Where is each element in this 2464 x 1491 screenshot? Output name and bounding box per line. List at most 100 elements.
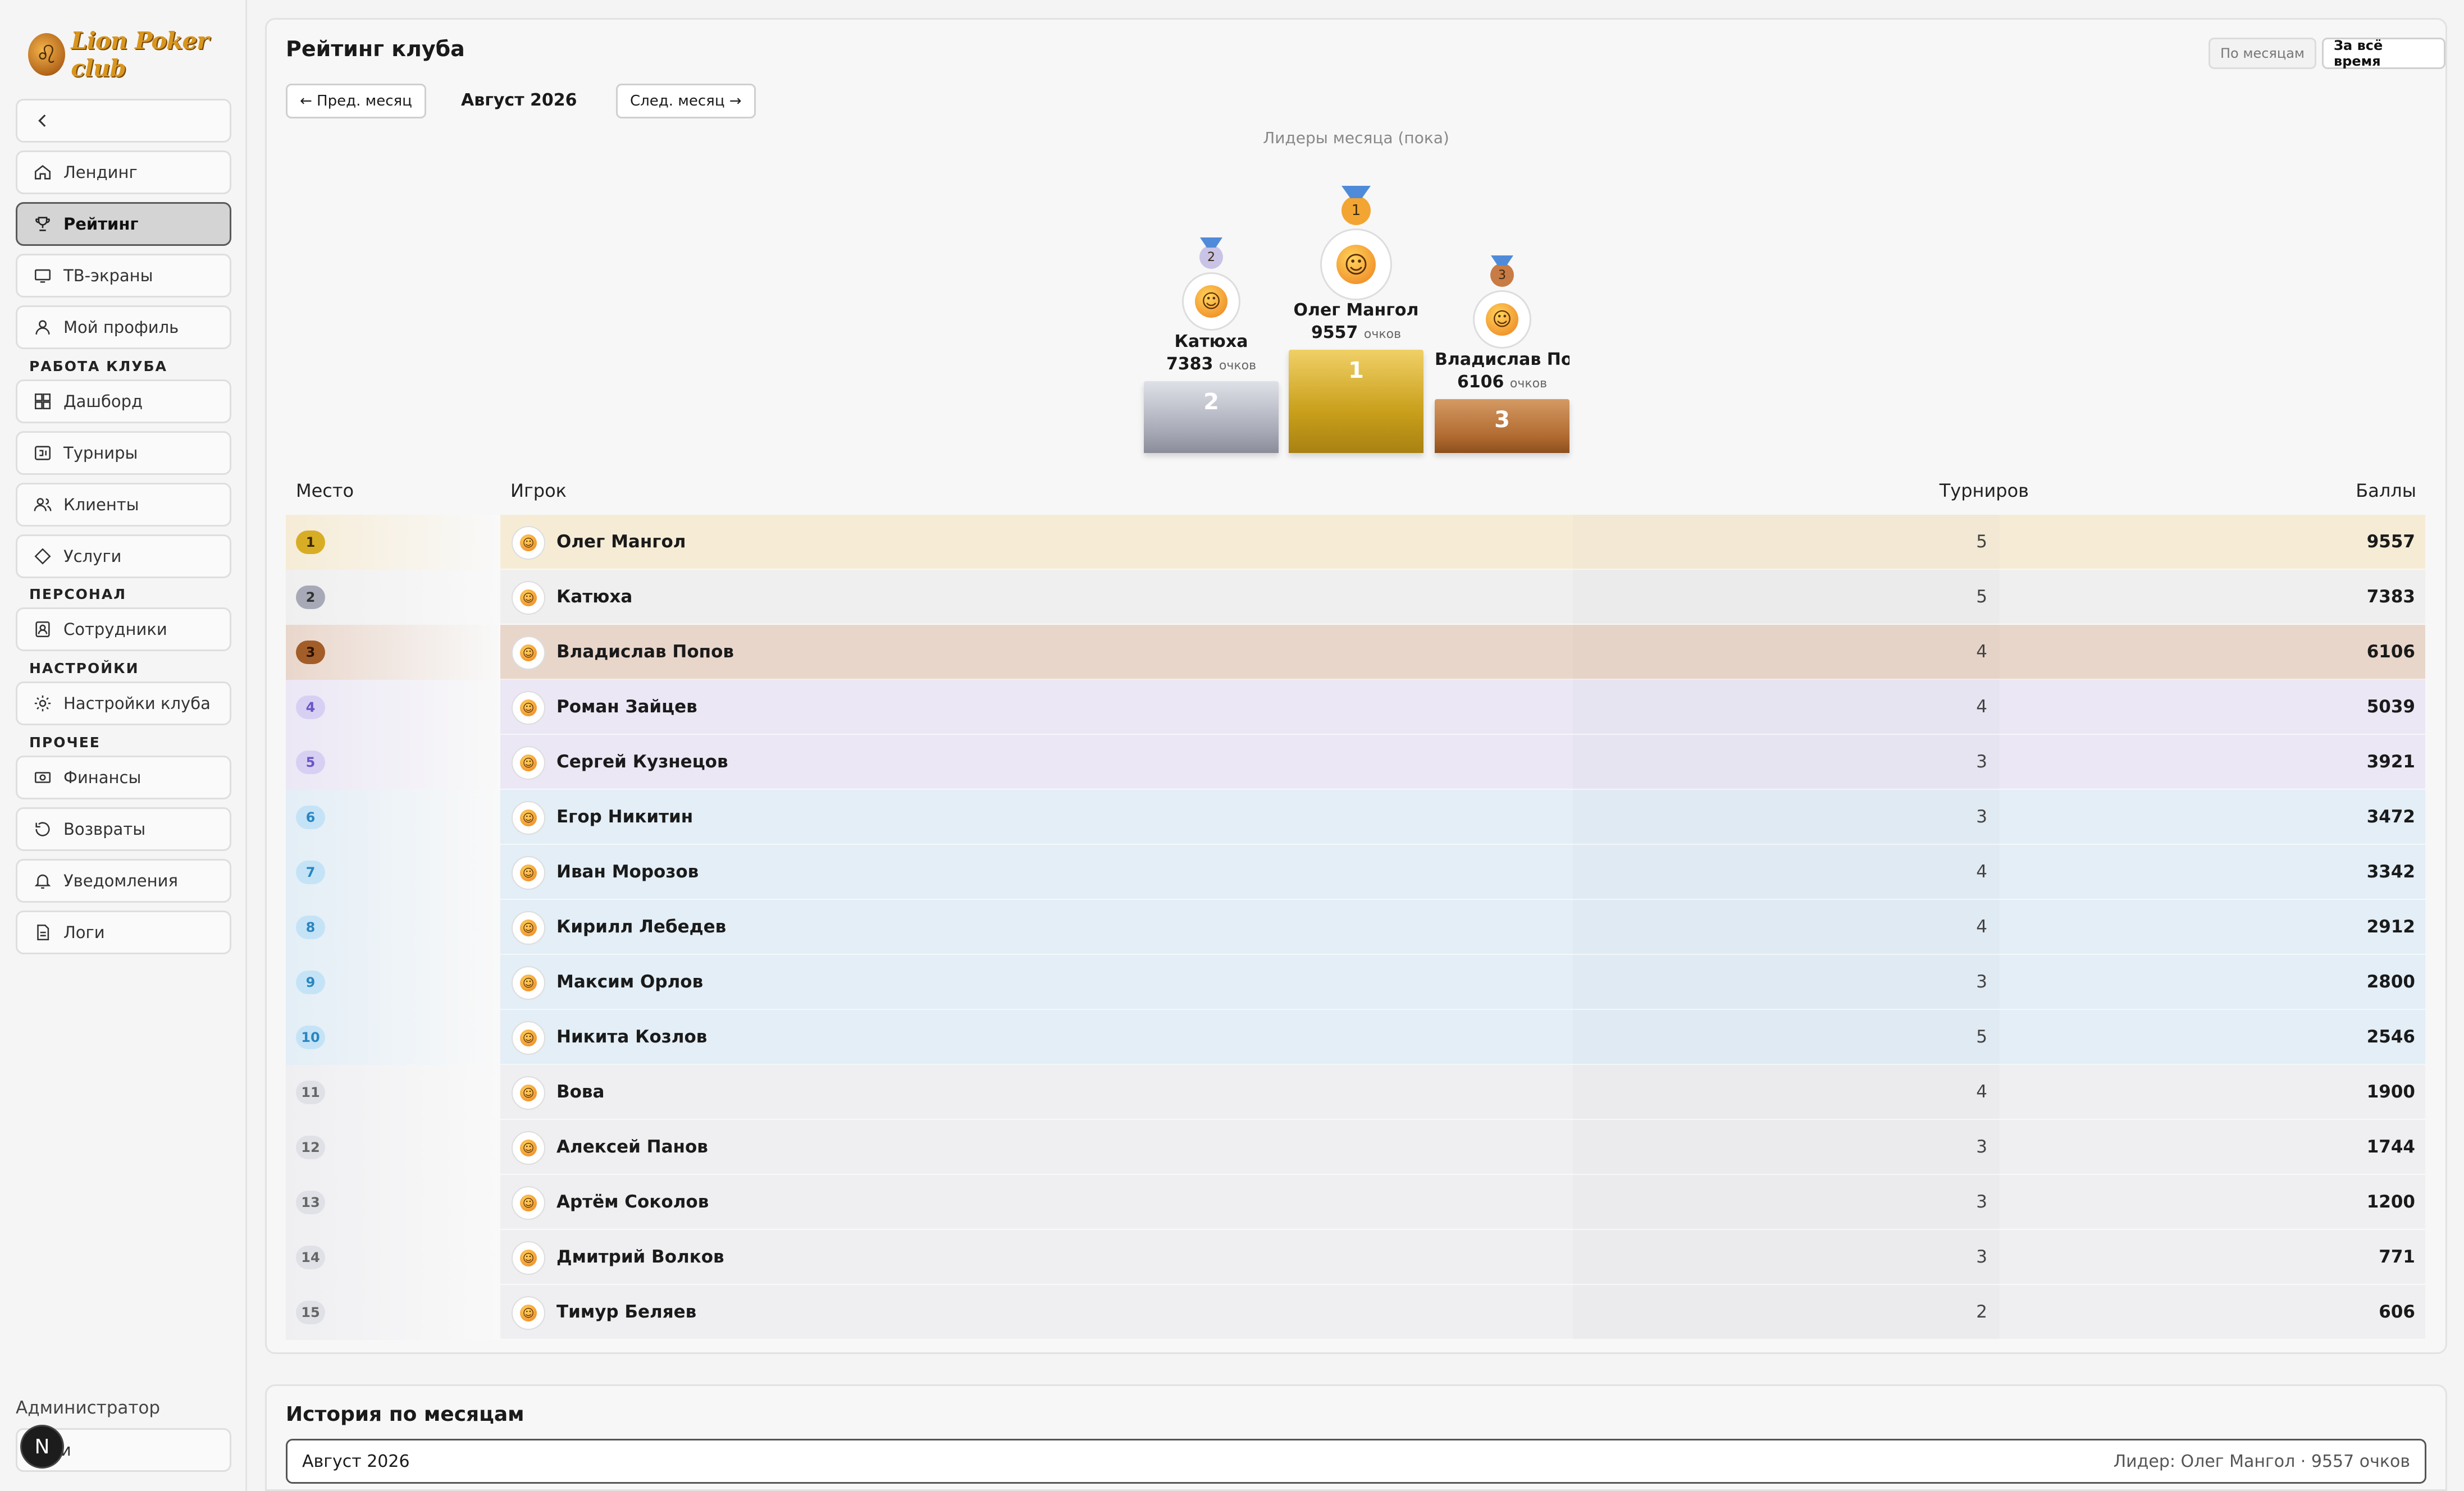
- smiley-icon: ☺: [520, 1250, 537, 1266]
- section-staff-label: ПЕРСОНАЛ: [29, 586, 126, 602]
- player-name[interactable]: Максим Орлов: [556, 972, 703, 992]
- player-name[interactable]: Алексей Панов: [556, 1137, 708, 1157]
- next-month-button[interactable]: След. месяц →: [616, 84, 756, 118]
- smiley-icon: ☺: [1195, 285, 1228, 318]
- col-points[interactable]: Баллы: [2356, 480, 2416, 501]
- section-other-label: ПРОЧЕЕ: [29, 734, 101, 751]
- tournaments-count: 5: [1976, 587, 1987, 607]
- table-row[interactable]: 11 ☺ Вова 4 1900: [286, 1065, 2425, 1120]
- points-cell: 2912: [2000, 900, 2425, 955]
- tournaments-cell: 3: [1573, 735, 2000, 790]
- podium-avatar: ☺: [1473, 290, 1531, 349]
- player-avatar: ☺: [512, 966, 545, 1000]
- history-card: История по месяцам Август 2026 Лидер: Ол…: [265, 1384, 2447, 1491]
- player-name[interactable]: Сергей Кузнецов: [556, 752, 728, 772]
- player-avatar: ☺: [512, 746, 545, 780]
- prev-month-button[interactable]: ← Пред. месяц: [286, 84, 426, 118]
- table-row[interactable]: 6 ☺ Егор Никитин 3 3472: [286, 790, 2425, 845]
- points-value: 2546: [2366, 1027, 2415, 1047]
- player-name[interactable]: Роман Зайцев: [556, 697, 697, 717]
- table-row[interactable]: 14 ☺ Дмитрий Волков 3 771: [286, 1230, 2425, 1285]
- player-name[interactable]: Егор Никитин: [556, 807, 693, 827]
- refund-icon: [32, 818, 53, 840]
- table-row[interactable]: 1 ☺ Олег Мангол 5 9557: [286, 515, 2425, 570]
- table-row[interactable]: 12 ☺ Алексей Панов 3 1744: [286, 1120, 2425, 1175]
- table-row[interactable]: 4 ☺ Роман Зайцев 4 5039: [286, 680, 2425, 735]
- player-name[interactable]: Артём Соколов: [556, 1192, 709, 1212]
- player-cell: ☺ Тимур Беляев: [500, 1285, 1573, 1340]
- place-badge: 9: [296, 971, 325, 994]
- tournaments-count: 4: [1976, 862, 1987, 882]
- table-row[interactable]: 8 ☺ Кирилл Лебедев 4 2912: [286, 900, 2425, 955]
- club-logo[interactable]: ♌ Lion Poker club: [28, 27, 245, 82]
- collapse-sidebar-button[interactable]: [16, 99, 231, 143]
- sidebar-item-dashboard[interactable]: Дашборд: [16, 379, 231, 423]
- table-row[interactable]: 5 ☺ Сергей Кузнецов 3 3921: [286, 735, 2425, 790]
- sidebar-item-trophy[interactable]: Рейтинг: [16, 202, 231, 246]
- player-cell: ☺ Катюха: [500, 570, 1573, 625]
- table-row[interactable]: 13 ☺ Артём Соколов 3 1200: [286, 1175, 2425, 1230]
- sidebar: ♌ Lion Poker club Лендинг Рейтинг ТВ-экран…: [0, 0, 247, 1491]
- section-settings-label: НАСТРОЙКИ: [29, 660, 139, 676]
- sidebar-item-user[interactable]: Мой профиль: [16, 305, 231, 349]
- table-row[interactable]: 10 ☺ Никита Козлов 5 2546: [286, 1010, 2425, 1065]
- table-row[interactable]: 7 ☺ Иван Морозов 4 3342: [286, 845, 2425, 900]
- tournaments-count: 5: [1976, 1027, 1987, 1047]
- history-entry[interactable]: Август 2026 Лидер: Олег Мангол · 9557 оч…: [286, 1439, 2426, 1484]
- points-cell: 3921: [2000, 735, 2425, 790]
- place-badge: 15: [296, 1301, 325, 1324]
- sidebar-item-tournament[interactable]: Турниры: [16, 431, 231, 475]
- podium-name: Олег Мангол: [1293, 300, 1419, 320]
- player-cell: ☺ Никита Козлов: [500, 1010, 1573, 1065]
- sidebar-item-settings[interactable]: Настройки клуба: [16, 682, 231, 725]
- sidebar-item-label: Уведомления: [63, 871, 178, 890]
- col-place[interactable]: Место: [296, 480, 354, 501]
- toggle-monthly[interactable]: По месяцам: [2209, 38, 2317, 69]
- place-cell: 7: [286, 845, 500, 900]
- player-name[interactable]: Иван Морозов: [556, 862, 699, 882]
- player-name[interactable]: Владислав Попов: [556, 642, 734, 662]
- player-avatar: ☺: [512, 1076, 545, 1110]
- smiley-icon: ☺: [520, 699, 537, 716]
- place-cell: 13: [286, 1175, 500, 1230]
- points-cell: 606: [2000, 1285, 2425, 1340]
- sidebar-item-logs[interactable]: Логи: [16, 911, 231, 954]
- table-row[interactable]: 15 ☺ Тимур Беляев 2 606: [286, 1285, 2425, 1340]
- col-tournaments[interactable]: Турниров: [1940, 480, 2029, 501]
- player-name[interactable]: Никита Козлов: [556, 1027, 707, 1047]
- user-avatar[interactable]: N: [20, 1425, 64, 1469]
- col-player[interactable]: Игрок: [510, 480, 567, 501]
- player-name[interactable]: Дмитрий Волков: [556, 1247, 724, 1267]
- tournaments-count: 5: [1976, 532, 1987, 552]
- tournament-icon: [32, 442, 53, 464]
- tournaments-count: 4: [1976, 697, 1987, 717]
- points-value: 3921: [2366, 752, 2415, 772]
- player-name[interactable]: Катюха: [556, 587, 632, 607]
- sidebar-item-clients[interactable]: Клиенты: [16, 483, 231, 527]
- place-badge: 11: [296, 1081, 325, 1104]
- toggle-alltime[interactable]: За всё время: [2322, 38, 2445, 69]
- table-row[interactable]: 9 ☺ Максим Орлов 3 2800: [286, 955, 2425, 1010]
- sidebar-item-staff[interactable]: Сотрудники: [16, 607, 231, 651]
- sidebar-item-bell[interactable]: Уведомления: [16, 859, 231, 903]
- player-name[interactable]: Кирилл Лебедев: [556, 917, 726, 937]
- sidebar-item-home[interactable]: Лендинг: [16, 150, 231, 194]
- table-row[interactable]: 2 ☺ Катюха 5 7383: [286, 570, 2425, 625]
- player-name[interactable]: Олег Мангол: [556, 532, 686, 552]
- player-avatar: ☺: [512, 581, 545, 615]
- sidebar-item-monitor[interactable]: ТВ-экраны: [16, 254, 231, 298]
- podium-score: 6106 очков: [1457, 372, 1548, 392]
- player-avatar: ☺: [512, 526, 545, 560]
- trophy-icon: [32, 213, 53, 235]
- points-cell: 9557: [2000, 515, 2425, 570]
- sidebar-item-finance[interactable]: Финансы: [16, 756, 231, 799]
- home-icon: [32, 162, 53, 183]
- table-row[interactable]: 3 ☺ Владислав Попов 4 6106: [286, 625, 2425, 680]
- player-name[interactable]: Вова: [556, 1082, 604, 1102]
- bronze-medal-icon: 3: [1490, 255, 1514, 287]
- sidebar-item-diamond[interactable]: Услуги: [16, 534, 231, 578]
- points-value: 3472: [2366, 807, 2415, 827]
- points-value: 771: [2379, 1247, 2415, 1267]
- sidebar-item-refund[interactable]: Возвраты: [16, 807, 231, 851]
- player-name[interactable]: Тимур Беляев: [556, 1302, 696, 1322]
